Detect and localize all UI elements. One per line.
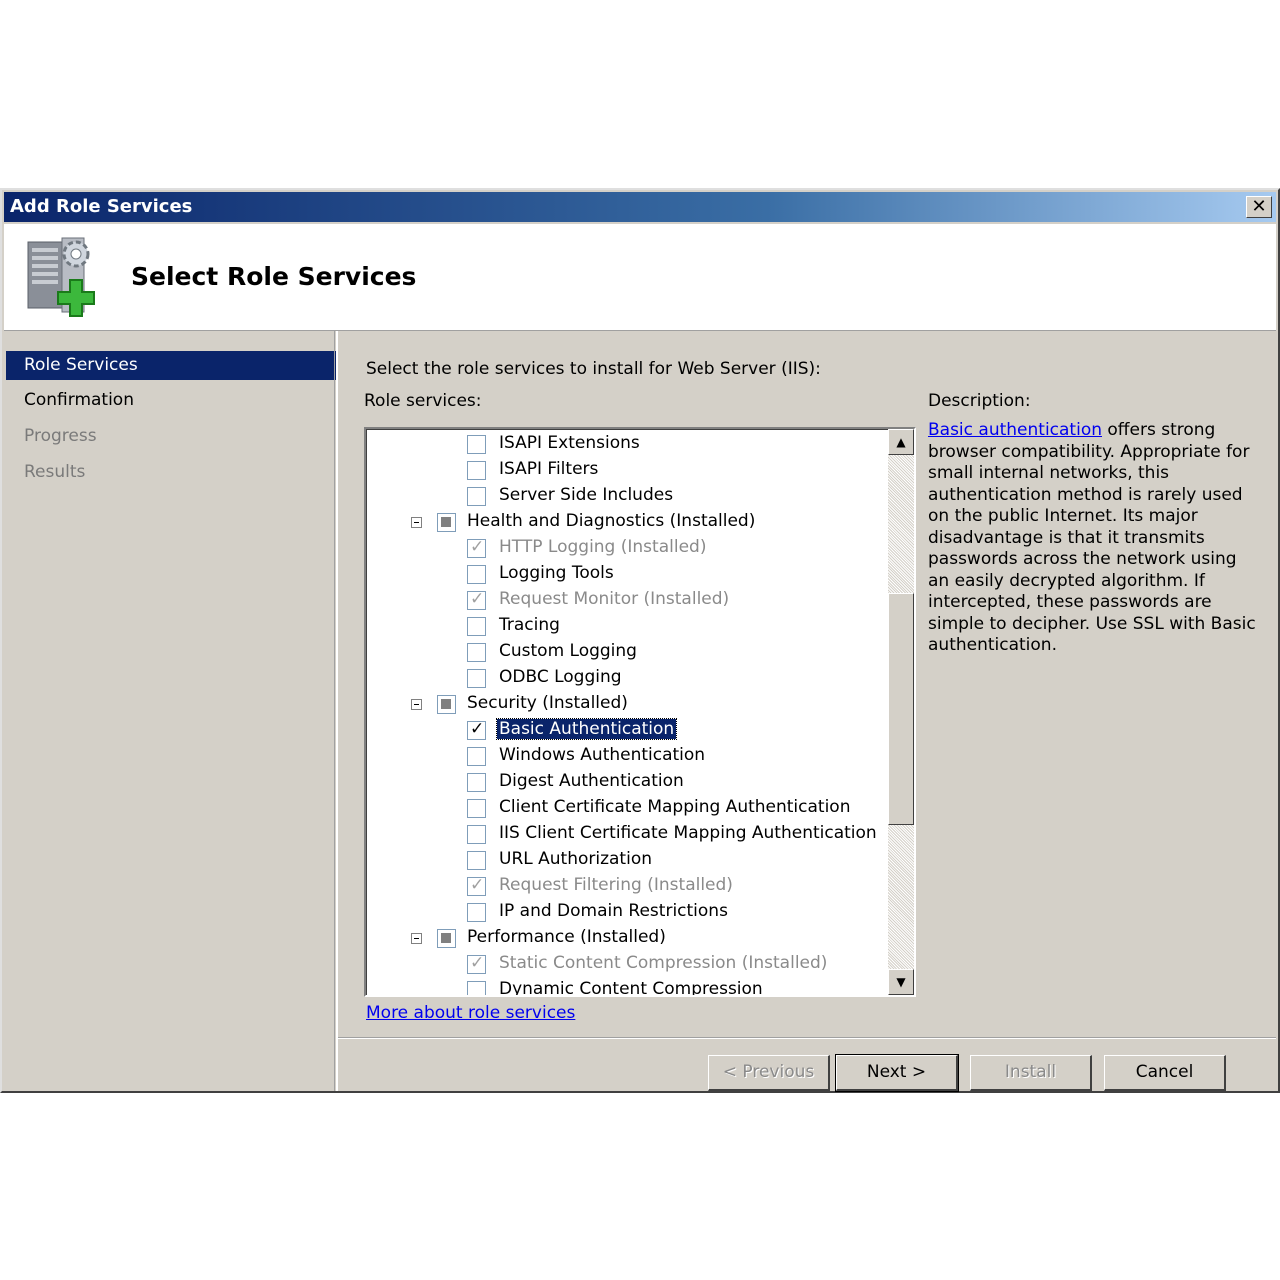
wizard-sidebar: Role Services Confirmation Progress Resu… [4,331,338,1091]
collapse-icon[interactable] [411,517,422,528]
tree-scrollbar[interactable]: ▲ ▼ [888,429,914,995]
tree-row-label: IP and Domain Restrictions [499,901,728,921]
tree-row-label: Dynamic Content Compression [499,979,763,995]
tree-row-label: ISAPI Extensions [499,433,640,453]
basic-authentication-link[interactable]: Basic authentication [928,420,1102,440]
footer-divider [338,1037,1276,1039]
server-add-icon [27,237,95,317]
sidebar-item-progress: Progress [24,426,97,446]
tree-row-label: Client Certificate Mapping Authenticatio… [499,797,851,817]
more-about-role-services-link[interactable]: More about role services [366,1003,575,1023]
wizard-content: Select the role services to install for … [338,331,1276,1092]
role-services-label: Role services: [364,391,482,411]
sidebar-divider [334,331,335,1091]
checkbox-iis-client-certificate-mapping[interactable] [467,825,486,844]
checkbox-ip-domain-restrictions[interactable] [467,903,486,922]
checkbox-digest-authentication[interactable] [467,773,486,792]
close-icon: ✕ [1251,196,1267,217]
tree-row-label: URL Authorization [499,849,652,869]
description-body: offers strong browser compatibility. App… [928,420,1256,655]
checkbox-security[interactable] [437,695,456,714]
next-button[interactable]: Next > [835,1054,959,1092]
checkbox-static-content-compression [467,953,486,974]
tree-row-label: Custom Logging [499,641,637,661]
cancel-button[interactable]: Cancel [1104,1055,1226,1091]
checkbox-basic-authentication[interactable] [467,719,486,740]
checkbox-tracing[interactable] [467,617,486,636]
scroll-down-button[interactable]: ▼ [888,969,914,995]
tree-row-label: Performance (Installed) [467,927,666,947]
title-bar[interactable]: Add Role Services ✕ [4,192,1276,222]
tree-row-label: Request Filtering (Installed) [499,875,733,895]
tree-row-label: ISAPI Filters [499,459,599,479]
tree-row-label: Logging Tools [499,563,614,583]
checkbox-url-authorization[interactable] [467,851,486,870]
instruction-text: Select the role services to install for … [366,359,821,379]
tree-row-label: ODBC Logging [499,667,622,687]
collapse-icon[interactable] [411,699,422,710]
page-title: Select Role Services [131,262,417,291]
tree-row-label: Windows Authentication [499,745,706,765]
checkbox-isapi-extensions[interactable] [467,435,486,454]
checkbox-performance[interactable] [437,929,456,948]
sidebar-item-role-services[interactable]: Role Services [6,351,336,380]
previous-button: < Previous [708,1055,830,1091]
collapse-icon[interactable] [411,933,422,944]
description-label: Description: [928,391,1031,411]
close-button[interactable]: ✕ [1246,196,1272,218]
tree-row-label: Request Monitor (Installed) [499,589,730,609]
role-services-tree[interactable]: ISAPI Extensions ISAPI Filters Server Si… [364,427,916,997]
checkbox-client-certificate-mapping[interactable] [467,799,486,818]
checkbox-custom-logging[interactable] [467,643,486,662]
checkbox-dynamic-content-compression[interactable] [467,981,486,995]
wizard-header: Select Role Services [4,224,1276,331]
sidebar-item-label: Role Services [24,355,138,375]
tree-viewport: ISAPI Extensions ISAPI Filters Server Si… [366,429,888,995]
checkbox-request-filtering [467,875,486,896]
sidebar-item-results: Results [24,462,86,482]
tree-row-label: IIS Client Certificate Mapping Authentic… [499,823,877,843]
arrow-up-icon: ▲ [896,435,906,449]
install-button: Install [970,1055,1092,1091]
tree-row-label: Security (Installed) [467,693,628,713]
tree-row-label: Static Content Compression (Installed) [499,953,828,973]
checkbox-health-and-diagnostics[interactable] [437,513,456,532]
checkbox-server-side-includes[interactable] [467,487,486,506]
scroll-thumb[interactable] [888,593,914,825]
arrow-down-icon: ▼ [896,975,906,989]
checkbox-logging-tools[interactable] [467,565,486,584]
sidebar-item-confirmation[interactable]: Confirmation [24,390,134,410]
tree-row-label: Server Side Includes [499,485,674,505]
description-text: Basic authentication offers strong brows… [928,420,1258,657]
checkbox-isapi-filters[interactable] [467,461,486,480]
tree-row-label: Health and Diagnostics (Installed) [467,511,756,531]
checkbox-windows-authentication[interactable] [467,747,486,766]
checkbox-http-logging [467,537,486,558]
checkbox-odbc-logging[interactable] [467,669,486,688]
tree-row-label: HTTP Logging (Installed) [499,537,707,557]
window-title: Add Role Services [10,196,193,217]
tree-row-label: Digest Authentication [499,771,684,791]
scroll-up-button[interactable]: ▲ [888,429,914,455]
tree-row-label: Tracing [499,615,560,635]
checkbox-request-monitor [467,589,486,610]
add-role-services-window: Add Role Services ✕ Select Role Services… [0,188,1280,1093]
tree-row-label: Basic Authentication [495,718,678,740]
